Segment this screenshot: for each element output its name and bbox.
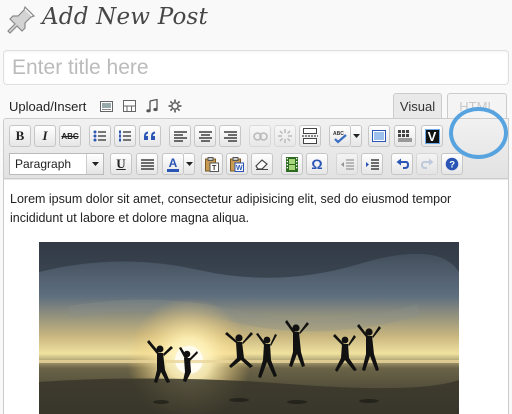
text-color-dropdown[interactable] <box>184 153 195 175</box>
align-right-button[interactable] <box>219 125 241 147</box>
svg-text:T: T <box>212 165 217 172</box>
tab-html[interactable]: HTML <box>447 93 507 119</box>
spellcheck-button[interactable]: ABC <box>329 125 351 147</box>
tab-visual[interactable]: Visual <box>393 93 442 119</box>
undo-button[interactable] <box>391 153 413 175</box>
post-body-text: Lorem ipsum dolor sit amet, consectetur … <box>10 192 452 225</box>
text-color-button[interactable]: A <box>162 153 184 175</box>
toolbar-row-2: Paragraph U A T W Ω ? <box>9 152 471 176</box>
more-tag-button[interactable] <box>299 125 321 147</box>
align-center-button[interactable] <box>194 125 216 147</box>
bold-button[interactable]: B <box>9 125 31 147</box>
page-title: Add New Post <box>42 4 208 30</box>
audio-icon[interactable] <box>144 98 160 114</box>
link-icon <box>252 131 268 141</box>
format-select-value: Paragraph <box>15 157 72 171</box>
more-tag-icon <box>302 128 318 144</box>
toolbar-row-1: B I ABC ABC V <box>9 124 447 148</box>
fullscreen-button[interactable] <box>368 125 390 147</box>
numbered-list-button[interactable] <box>114 125 136 147</box>
image-icon[interactable] <box>98 98 114 114</box>
indent-icon <box>365 158 379 170</box>
editor-toolbar: B I ABC ABC V Paragraph U A T W Ω ? <box>4 119 508 179</box>
paste-text-icon: T <box>205 156 219 172</box>
film-strip-icon <box>286 156 298 172</box>
media-buttons: Upload/Insert <box>9 96 190 116</box>
paste-word-button[interactable]: W <box>226 153 248 175</box>
italic-label: I <box>42 128 48 143</box>
unlink-icon <box>278 129 292 143</box>
chevron-down-icon <box>352 134 360 138</box>
outdent-icon <box>340 158 354 170</box>
sunset-beach-image[interactable] <box>39 242 459 414</box>
spellcheck-dropdown[interactable] <box>351 125 362 147</box>
v-plugin-button[interactable]: V <box>421 125 443 147</box>
svg-text:ABC: ABC <box>333 131 344 137</box>
v-logo-icon: V <box>424 128 440 144</box>
align-left-icon <box>173 130 187 142</box>
kitchen-sink-icon <box>398 130 412 142</box>
post-editor: B I ABC ABC V Paragraph U A T W Ω ? Lore… <box>3 118 509 414</box>
omega-label: Ω <box>311 156 323 172</box>
align-right-icon <box>223 130 237 142</box>
page-header: Add New Post <box>0 0 512 46</box>
eraser-icon <box>255 159 268 170</box>
svg-text:?: ? <box>449 160 455 171</box>
bullet-list-button[interactable] <box>89 125 111 147</box>
align-justify-icon <box>140 158 154 170</box>
v-plugin-label: V <box>427 128 437 144</box>
special-character-button[interactable]: Ω <box>306 153 328 175</box>
bullet-list-icon <box>93 130 106 142</box>
help-button[interactable]: ? <box>441 153 463 175</box>
italic-button[interactable]: I <box>34 125 56 147</box>
strikethrough-label: ABC <box>61 131 79 141</box>
numbered-list-icon <box>119 130 131 142</box>
paste-word-icon: W <box>230 156 244 172</box>
text-color-label: A <box>168 155 178 170</box>
svg-text:W: W <box>236 165 243 172</box>
insert-link-button[interactable] <box>249 125 271 147</box>
redo-button[interactable] <box>416 153 438 175</box>
post-title-input[interactable] <box>3 50 509 85</box>
editor-content[interactable]: Lorem ipsum dolor sit amet, consectetur … <box>4 180 508 414</box>
media-gear-icon[interactable] <box>167 98 183 114</box>
help-icon: ? <box>445 157 459 171</box>
justify-button[interactable] <box>136 153 158 175</box>
align-left-button[interactable] <box>169 125 191 147</box>
outdent-button[interactable] <box>336 153 358 175</box>
redo-icon <box>420 158 433 169</box>
strikethrough-button[interactable]: ABC <box>59 125 81 147</box>
align-center-icon <box>198 130 212 142</box>
clear-formatting-button[interactable] <box>251 153 273 175</box>
kitchen-sink-button[interactable] <box>394 125 416 147</box>
underline-button[interactable]: U <box>110 153 132 175</box>
paste-text-button[interactable]: T <box>201 153 223 175</box>
blockquote-icon <box>144 131 155 140</box>
underline-label: U <box>116 156 126 171</box>
blockquote-button[interactable] <box>139 125 161 147</box>
bold-label: B <box>15 128 25 143</box>
pushpin-icon <box>7 5 36 34</box>
unlink-button[interactable] <box>274 125 296 147</box>
indent-button[interactable] <box>361 153 383 175</box>
chevron-down-icon <box>86 154 103 174</box>
chevron-down-icon <box>185 162 193 166</box>
insert-media-button[interactable] <box>281 153 303 175</box>
spellcheck-icon: ABC <box>333 131 347 144</box>
format-select[interactable]: Paragraph <box>9 153 104 175</box>
fullscreen-icon <box>372 130 386 142</box>
text-color-swatch <box>167 168 179 172</box>
undo-icon <box>396 158 409 169</box>
upload-insert-label: Upload/Insert <box>9 98 87 114</box>
video-icon[interactable] <box>121 98 137 114</box>
